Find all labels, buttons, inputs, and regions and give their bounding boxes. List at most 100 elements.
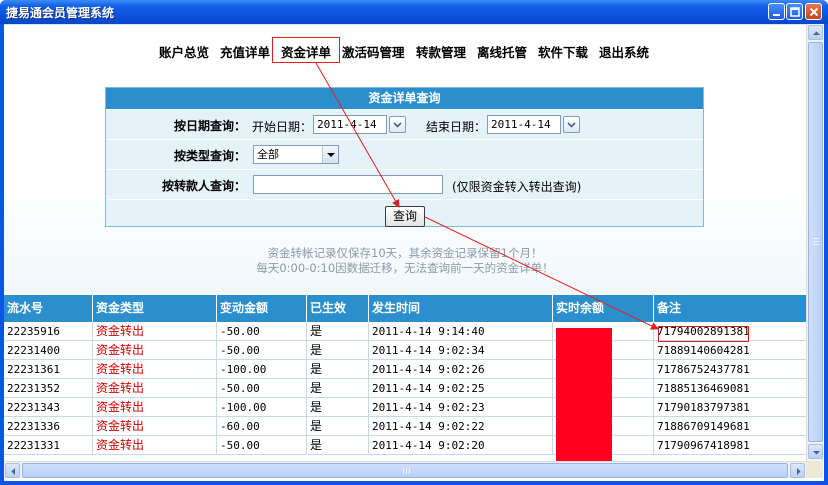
col-amount: 变动金额 (217, 295, 307, 322)
cell-effective: 是 (307, 322, 369, 341)
window-title: 捷易通会员管理系统 (6, 6, 115, 20)
cell-note: 71889140604281 (657, 344, 750, 357)
col-time: 发生时间 (369, 295, 553, 322)
chevron-down-icon[interactable] (389, 116, 406, 133)
cell-effective: 是 (307, 360, 369, 379)
table-row[interactable]: 22231331 资金转出 -50.00 是 2011-4-14 9:02:20… (4, 436, 806, 455)
payee-input[interactable] (253, 175, 443, 194)
query-row-type: 按类型查询： 全部 (106, 139, 703, 169)
col-serial: 流水号 (4, 295, 93, 322)
chevron-down-icon[interactable] (322, 146, 338, 163)
cell-note: 71790967418981 (657, 439, 750, 452)
query-button[interactable]: 查询 (385, 206, 425, 227)
scroll-left-icon[interactable] (5, 463, 20, 478)
table-row[interactable]: 22231361 资金转出 -100.00 是 2011-4-14 9:02:2… (4, 360, 806, 379)
minimize-icon[interactable] (768, 3, 785, 20)
title-bar[interactable]: 捷易通会员管理系统 (0, 0, 828, 24)
query-panel-title: 资金详单查询 (106, 88, 703, 109)
col-effective: 已生效 (307, 295, 369, 322)
start-date-field[interactable]: 2011-4-14 (313, 115, 387, 134)
cell-effective: 是 (307, 398, 369, 417)
nav-recharge-detail[interactable]: 充值详单 (220, 42, 270, 61)
cell-type: 资金转出 (93, 398, 217, 417)
cell-effective: 是 (307, 379, 369, 398)
vertical-scrollbar[interactable] (806, 24, 823, 461)
cell-effective: 是 (307, 417, 369, 436)
cell-time: 2011-4-14 9:02:25 (369, 379, 553, 398)
scroll-down-icon[interactable] (808, 444, 823, 459)
table-row[interactable]: 22231400 资金转出 -50.00 是 2011-4-14 9:02:34… (4, 341, 806, 360)
nav-offline-hosting[interactable]: 离线托管 (477, 42, 527, 61)
cell-note: 71790183797381 (657, 401, 750, 414)
nav-account-overview[interactable]: 账户总览 (159, 42, 209, 61)
cell-type: 资金转出 (93, 379, 217, 398)
col-balance: 实时余额 (553, 295, 654, 322)
end-date-label: 结束日期： (426, 120, 487, 134)
cell-note: 71786752437781 (657, 363, 750, 376)
cell-type: 资金转出 (93, 417, 217, 436)
cell-type: 资金转出 (93, 322, 217, 341)
cell-amount: -50.00 (217, 341, 307, 360)
cell-time: 2011-4-14 9:02:23 (369, 398, 553, 417)
cell-type: 资金转出 (93, 341, 217, 360)
table-row[interactable]: 22231352 资金转出 -50.00 是 2011-4-14 9:02:25… (4, 379, 806, 398)
cell-time: 2011-4-14 9:02:20 (369, 436, 553, 455)
cell-amount: -50.00 (217, 322, 307, 341)
balance-redaction (556, 328, 612, 461)
cell-serial: 22231361 (4, 360, 93, 379)
nav-annotation-box (272, 37, 340, 63)
nav-activation-code[interactable]: 激活码管理 (342, 42, 405, 61)
cell-time: 2011-4-14 9:02:22 (369, 417, 553, 436)
cell-time: 2011-4-14 9:02:26 (369, 360, 553, 379)
close-icon[interactable] (805, 3, 822, 20)
notice-line-1: 资金转帐记录仅保存10天，其余资金记录保留1个月！ (267, 246, 543, 260)
cell-amount: -50.00 (217, 379, 307, 398)
table-header: 流水号 资金类型 变动金额 已生效 发生时间 实时余额 备注 (4, 295, 806, 322)
payee-hint: (仅限资金转入转出查询) (452, 180, 582, 194)
cell-note: 71885136469081 (657, 382, 750, 395)
vertical-scroll-thumb[interactable] (808, 42, 823, 442)
cell-time: 2011-4-14 9:02:34 (369, 341, 553, 360)
end-date-field[interactable]: 2011-4-14 (487, 115, 561, 134)
query-row-date: 按日期查询： 开始日期： 2011-4-14 结束日期： 2011-4-14 (106, 109, 703, 139)
col-note: 备注 (657, 301, 682, 315)
cell-serial: 22231331 (4, 436, 93, 455)
cell-amount: -100.00 (217, 398, 307, 417)
cell-serial: 22231400 (4, 341, 93, 360)
scroll-up-icon[interactable] (808, 25, 823, 40)
scroll-right-icon[interactable] (790, 463, 805, 478)
type-select-value: 全部 (257, 148, 279, 161)
note-annotation-box (658, 326, 749, 342)
maximize-icon[interactable] (786, 3, 803, 20)
nav-transfer-mgmt[interactable]: 转款管理 (416, 42, 466, 61)
col-type: 资金类型 (93, 295, 217, 322)
nav-software-download[interactable]: 软件下载 (538, 42, 588, 61)
cell-type: 资金转出 (93, 360, 217, 379)
cell-amount: -100.00 (217, 360, 307, 379)
cell-serial: 22231352 (4, 379, 93, 398)
cell-amount: -50.00 (217, 436, 307, 455)
horizontal-scrollbar[interactable] (4, 461, 806, 478)
type-select[interactable]: 全部 (253, 145, 339, 164)
query-row-payee: 按转款人查询： (仅限资金转入转出查询) (106, 169, 703, 199)
cell-effective: 是 (307, 436, 369, 455)
type-query-label: 按类型查询： (173, 149, 246, 163)
cell-serial: 22231343 (4, 398, 93, 417)
cell-serial: 22235916 (4, 322, 93, 341)
client-area: 账户总览 充值详单 资金详单 激活码管理 转款管理 离线托管 软件下载 退出系统… (4, 24, 824, 481)
cell-serial: 22231336 (4, 417, 93, 436)
app-window: 捷易通会员管理系统 账户总览 充值详单 资金详单 激活码管理 转款管理 离线托管… (0, 0, 828, 485)
date-query-label: 按日期查询： (173, 119, 246, 133)
nav-exit[interactable]: 退出系统 (599, 42, 649, 61)
cell-effective: 是 (307, 341, 369, 360)
start-date-label: 开始日期： (252, 120, 313, 134)
table-row[interactable]: 22231343 资金转出 -100.00 是 2011-4-14 9:02:2… (4, 398, 806, 417)
content-pane: 账户总览 充值详单 资金详单 激活码管理 转款管理 离线托管 软件下载 退出系统… (4, 24, 806, 461)
chevron-down-icon[interactable] (563, 116, 580, 133)
horizontal-scroll-thumb[interactable] (22, 463, 788, 478)
notice-line-2: 每天0:00-0:10因数据迁移，无法查询前一天的资金详单！ (256, 261, 554, 275)
scrollbar-corner (806, 461, 823, 478)
table-row[interactable]: 22231336 资金转出 -60.00 是 2011-4-14 9:02:22… (4, 417, 806, 436)
cell-time: 2011-4-14 9:14:40 (369, 322, 553, 341)
cell-note: 71886709149681 (657, 420, 750, 433)
